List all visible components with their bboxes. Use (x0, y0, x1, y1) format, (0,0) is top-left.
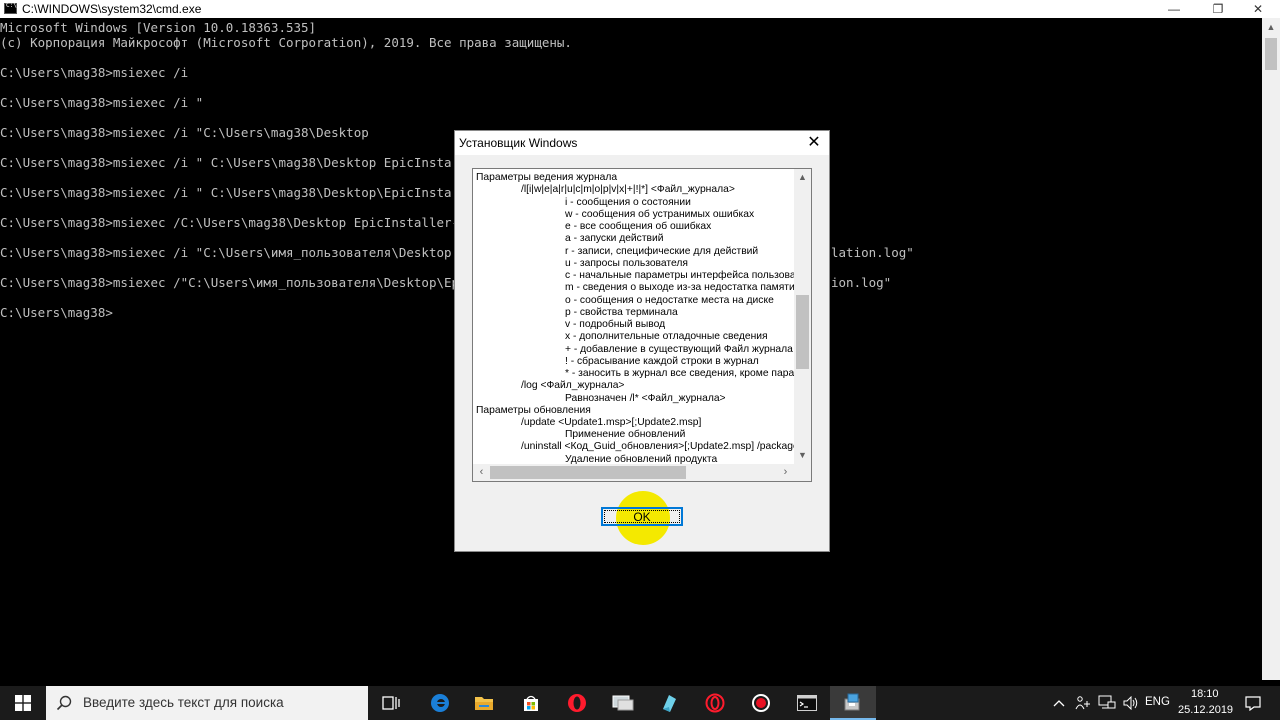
maximize-button[interactable]: ❐ (1196, 0, 1240, 18)
help-line: i - сообщения о состоянии (565, 197, 691, 208)
help-line: * - заносить в журнал все сведения, кром… (565, 368, 795, 379)
ok-button[interactable]: OK (601, 507, 683, 526)
help-line: v - подробный вывод (565, 319, 666, 330)
network-icon[interactable] (1096, 686, 1118, 720)
console-line: C:\Users\mag38> (0, 305, 113, 320)
scroll-right-arrow-icon[interactable]: › (777, 464, 794, 481)
help-line: /l[i|w|e|a|r|u|c|m|o|p|v|x|+|!|*] <Файл_… (521, 184, 735, 195)
obs-recorder-icon[interactable] (738, 686, 784, 720)
scroll-up-arrow-icon[interactable]: ▲ (1262, 22, 1280, 32)
help-line: /uninstall <Код_Guid_обновления>[;Update… (521, 441, 799, 452)
help-line: c - начальные параметры интерфейса польз… (565, 270, 796, 281)
help-line: Параметры обновления (476, 405, 591, 416)
help-line: o - сообщения о недостатке места на диск… (565, 295, 774, 306)
scroll-left-arrow-icon[interactable]: ‹ (473, 464, 490, 481)
help-horizontal-scrollbar[interactable]: ‹ › (473, 464, 794, 481)
console-line: Microsoft Windows [Version 10.0.18363.53… (0, 20, 317, 35)
console-line: C:\Users\mag38>msiexec /i " C:\Users\mag… (0, 155, 452, 170)
notifications-icon[interactable] (1240, 686, 1266, 720)
help-line: + - добавление в существующий Файл журна… (565, 344, 793, 355)
console-scrollbar[interactable]: ▲ (1262, 18, 1280, 680)
minimize-button[interactable]: — (1152, 0, 1196, 18)
console-line: C:\Users\mag38>msiexec /i " (0, 95, 204, 110)
taskbar: Введите здесь текст для поиска ENG 18:10… (0, 686, 1280, 720)
console-line: C:\Users\mag38>msiexec /i "C:\Users\имя_… (0, 245, 452, 260)
help-line: ! - сбрасывание каждой строки в журнал (565, 356, 759, 367)
dialog-titlebar[interactable]: Установщик Windows ✕ (455, 131, 829, 155)
console-line: C:\Users\mag38>msiexec /C:\Users\mag38\D… (0, 215, 460, 230)
opera-icon[interactable] (554, 686, 600, 720)
clock-time[interactable]: 18:10 (1191, 688, 1219, 700)
console-line-fragment: ion.log" (831, 275, 892, 290)
language-indicator[interactable]: ENG (1145, 696, 1170, 708)
help-line: Параметры ведения журнала (476, 172, 618, 183)
edge-icon[interactable] (417, 686, 463, 720)
show-hidden-icons-icon[interactable] (1048, 686, 1070, 720)
console-line: C:\Users\mag38>msiexec /i "C:\Users\mag3… (0, 125, 369, 140)
help-line: e - все сообщения об ошибках (565, 221, 712, 232)
search-icon (56, 695, 72, 711)
start-button[interactable] (0, 686, 46, 720)
clock-date[interactable]: 25.12.2019 (1178, 704, 1233, 716)
help-text-box[interactable]: Параметры ведения журнала /l[i|w|e|a|r|u… (472, 168, 812, 482)
paint-3d-icon[interactable] (646, 686, 692, 720)
help-line: r - записи, специфические для действий (565, 246, 759, 257)
console-titlebar[interactable]: C:\WINDOWS\system32\cmd.exe — ❐ ✕ (0, 0, 1280, 18)
taskbar-search[interactable]: Введите здесь текст для поиска (46, 686, 368, 720)
help-vertical-scrollbar[interactable]: ▲ ▼ (794, 169, 811, 464)
remote-desktop-icon[interactable] (600, 686, 646, 720)
help-vertical-scroll-thumb[interactable] (796, 295, 809, 369)
help-line: x - дополнительные отладочные сведения (565, 331, 768, 342)
task-view-icon[interactable] (368, 686, 414, 720)
dialog-close-button[interactable]: ✕ (805, 134, 823, 152)
close-button[interactable]: ✕ (1236, 0, 1280, 18)
opera-gx-icon[interactable] (692, 686, 738, 720)
dialog-title: Установщик Windows (459, 136, 578, 150)
console-line: C:\Users\mag38>msiexec /"C:\Users\имя_по… (0, 275, 460, 290)
store-icon[interactable] (508, 686, 554, 720)
help-line: Равнозначен /l* <Файл_журнала> (565, 393, 726, 404)
help-line: /update <Update1.msp>[;Update2.msp] (521, 417, 702, 428)
volume-icon[interactable] (1120, 686, 1142, 720)
scroll-up-arrow-icon[interactable]: ▲ (794, 169, 811, 186)
console-scroll-thumb[interactable] (1265, 38, 1277, 70)
help-line: /log <Файл_журнала> (521, 380, 625, 391)
cmd-app-icon[interactable] (4, 2, 17, 14)
console-line: C:\Users\mag38>msiexec /i (0, 65, 189, 80)
help-line: Применение обновлений (565, 429, 686, 440)
console-line: C:\Users\mag38>msiexec /i " C:\Users\mag… (0, 185, 452, 200)
console-window-title: C:\WINDOWS\system32\cmd.exe (22, 2, 202, 16)
help-line: w - сообщения об устранимых ошибках (565, 209, 755, 220)
file-explorer-icon[interactable] (461, 686, 507, 720)
help-line: p - свойства терминала (565, 307, 678, 318)
scroll-corner (794, 464, 811, 481)
scroll-down-arrow-icon[interactable]: ▼ (794, 447, 811, 464)
command-prompt-icon[interactable] (784, 686, 830, 720)
installer-dialog: Установщик Windows ✕ Параметры ведения ж… (454, 130, 830, 552)
onedrive-icon[interactable] (1072, 686, 1094, 720)
help-line: a - запуски действий (565, 233, 664, 244)
help-line: u - запросы пользователя (565, 258, 688, 269)
search-placeholder: Введите здесь текст для поиска (83, 695, 284, 710)
help-line: m - сведения о выходе из-за недостатка п… (565, 282, 795, 293)
help-horizontal-scroll-thumb[interactable] (490, 466, 686, 479)
windows-logo-icon (15, 695, 31, 711)
console-line-fragment: lation.log" (831, 245, 914, 260)
console-line: (c) Корпорация Майкрософт (Microsoft Cor… (0, 35, 572, 50)
windows-installer-icon[interactable] (830, 686, 876, 720)
